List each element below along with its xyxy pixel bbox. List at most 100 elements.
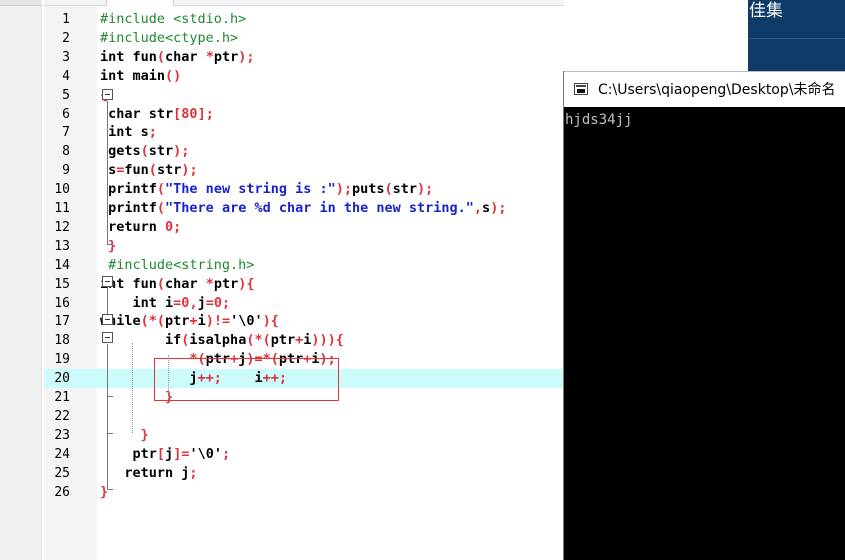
background-window-title: 佳集	[749, 1, 783, 21]
fold-minus-icon[interactable]	[102, 314, 113, 325]
code-line[interactable]: 15 int fun(char *ptr){	[44, 275, 564, 294]
code-editor[interactable]: 1 #include <stdio.h> 2 #include<ctype.h> 3 in…	[44, 0, 564, 560]
line-number: 24	[54, 446, 70, 462]
code-text[interactable]: if(isalpha(*(ptr+i))){	[100, 331, 344, 350]
fold-minus-icon[interactable]	[102, 89, 113, 100]
code-token: i	[197, 313, 206, 330]
code-line[interactable]: 26}	[44, 483, 564, 502]
code-line[interactable]: 6 char str[80];	[44, 105, 564, 124]
fold-minus-icon[interactable]	[102, 332, 113, 343]
code-text[interactable]: #include<ctype.h>	[100, 29, 238, 48]
code-line[interactable]: 24 ptr[j]='\0';	[44, 445, 564, 464]
code-token: *	[205, 275, 214, 292]
code-text[interactable]: return 0;	[100, 218, 181, 237]
code-token: isalpha	[189, 332, 247, 349]
code-token: (	[156, 48, 166, 65]
code-text[interactable]: #include <stdio.h>	[100, 10, 246, 29]
code-line[interactable]: 25 return j;	[44, 464, 564, 483]
code-line[interactable]: 5{	[44, 86, 564, 105]
code-line[interactable]: 2 #include<ctype.h>	[44, 29, 564, 48]
code-token: return	[100, 218, 166, 235]
code-token: );	[238, 48, 255, 65]
console-window-icon	[574, 83, 588, 95]
code-token: );	[173, 143, 190, 160]
code-token: (	[140, 143, 149, 160]
code-line[interactable]: 17 while(*(ptr+i)!='\0'){	[44, 312, 564, 331]
code-line[interactable]: 14 #include<string.h>	[44, 256, 564, 275]
code-text[interactable]: int fun(char *ptr);	[100, 48, 254, 67]
code-token: #include<ctype.h>	[100, 29, 239, 46]
code-line[interactable]: 23 }	[44, 426, 564, 445]
background-window-divider	[748, 38, 845, 39]
fold-guide-line	[107, 101, 108, 244]
code-text[interactable]: ptr[j]='\0';	[100, 445, 231, 464]
code-token: );	[417, 181, 434, 198]
code-line[interactable]: 16 int i=0,j=0;	[44, 294, 564, 313]
code-token: (*(	[140, 313, 166, 330]
console-titlebar[interactable]: C:\Users\qiaopeng\Desktop\未命名	[564, 71, 845, 107]
code-text[interactable]: printf("The new string is :");puts(str);	[100, 180, 433, 199]
code-token: +	[189, 313, 198, 330]
line-number: 6	[62, 106, 70, 122]
fold-minus-icon[interactable]	[102, 276, 113, 287]
code-token: ;	[222, 294, 231, 311]
code-text[interactable]: printf("There are %d char in the new str…	[100, 199, 506, 218]
code-text[interactable]: s=fun(str);	[100, 161, 197, 180]
code-text[interactable]: char str[80];	[100, 105, 214, 124]
code-text[interactable]: return j;	[100, 464, 197, 483]
background-window[interactable]: 佳集	[748, 0, 845, 72]
code-line[interactable]: 11 printf("There are %d char in the new …	[44, 199, 564, 218]
code-line[interactable]: 10 printf("The new string is :");puts(st…	[44, 180, 564, 199]
code-token: [	[156, 445, 166, 462]
code-text[interactable]: int fun(char *ptr){	[100, 275, 254, 294]
code-text[interactable]: while(*(ptr+i)!='\0'){	[100, 312, 279, 331]
code-token: ,	[189, 294, 198, 311]
fold-guide-line	[107, 288, 108, 314]
code-line[interactable]: 18 if(isalpha(*(ptr+i))){	[44, 331, 564, 350]
code-token: ))){	[311, 332, 344, 349]
code-line[interactable]: 8 gets(str);	[44, 142, 564, 161]
code-token: char	[165, 48, 206, 65]
code-token: ){	[238, 275, 255, 292]
line-number: 9	[62, 163, 70, 179]
console-body[interactable]: hjds34jj	[564, 107, 845, 560]
code-token: "The new string is :"	[165, 181, 336, 198]
line-number: 20	[54, 371, 70, 387]
code-line[interactable]: 7 int s;	[44, 123, 564, 142]
code-token: char str	[100, 105, 174, 122]
line-number: 16	[54, 295, 70, 311]
code-line[interactable]: 1 #include <stdio.h>	[44, 10, 564, 29]
code-text[interactable]: }	[100, 237, 116, 256]
code-token: 0	[213, 294, 222, 311]
code-text[interactable]: int main()	[100, 67, 181, 86]
code-token: "There are %d char in the new string."	[165, 200, 474, 216]
code-line[interactable]: 9 s=fun(str);	[44, 161, 564, 180]
code-line[interactable]: 3 int fun(char *ptr);	[44, 48, 564, 67]
code-token: s	[482, 200, 491, 216]
fold-guide-line	[107, 344, 108, 396]
line-number: 3	[62, 49, 70, 65]
code-token: )!=	[205, 313, 231, 330]
code-token: printf	[100, 200, 157, 216]
line-number: 8	[62, 144, 70, 160]
code-line[interactable]: 12 return 0;	[44, 218, 564, 237]
code-token: =	[205, 294, 214, 311]
code-token: (	[156, 181, 166, 198]
code-line[interactable]: 4 int main()	[44, 67, 564, 86]
line-number: 12	[54, 219, 70, 235]
code-token: s	[100, 162, 117, 179]
code-token: ptr	[165, 313, 190, 330]
code-token: ptr	[100, 445, 157, 462]
line-number: 5	[62, 87, 70, 103]
code-text[interactable]: int i=0,j=0;	[100, 294, 231, 313]
code-token: ptr	[213, 48, 239, 65]
code-text[interactable]: #include<string.h>	[100, 256, 254, 275]
code-text[interactable]: int s;	[100, 123, 157, 142]
line-number: 1	[62, 12, 70, 27]
code-token: (	[148, 162, 157, 179]
code-line[interactable]: 13 }	[44, 237, 564, 256]
code-line[interactable]: 22	[44, 407, 564, 426]
code-token: );	[490, 200, 507, 216]
console-window[interactable]: C:\Users\qiaopeng\Desktop\未命名 hjds34jj	[563, 71, 845, 560]
code-text[interactable]: gets(str);	[100, 142, 189, 161]
